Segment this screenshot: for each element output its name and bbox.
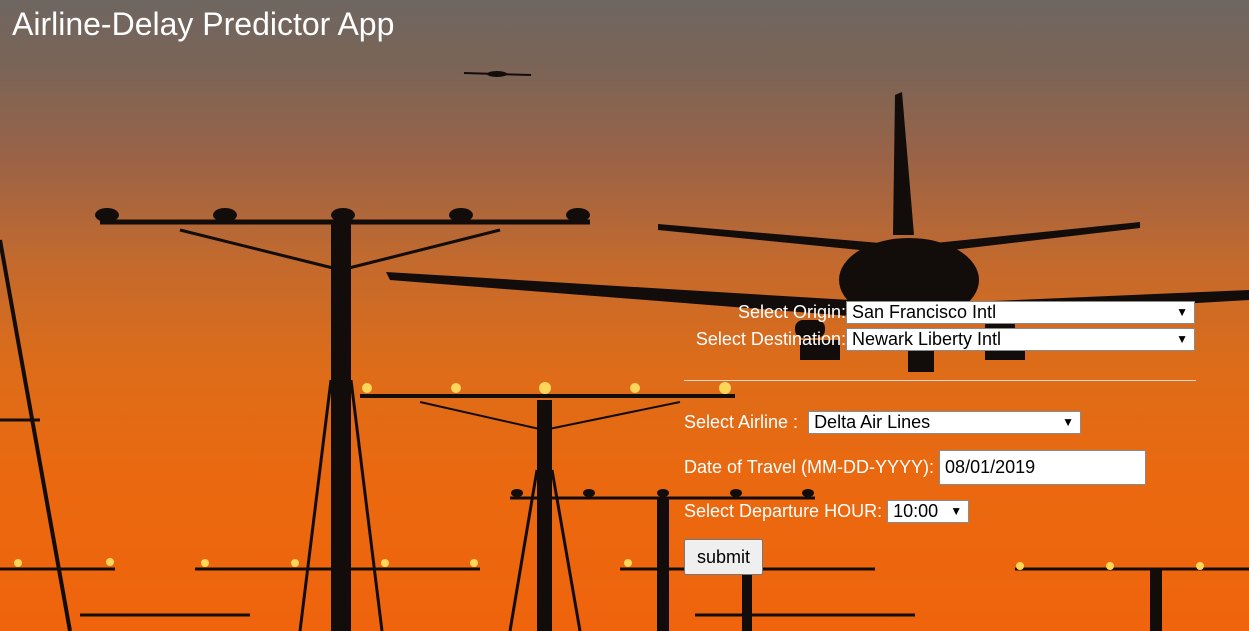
airline-row: Select Airline : Delta Air Lines ▼ <box>684 409 1082 436</box>
submit-row: submit <box>684 539 763 575</box>
origin-select[interactable]: San Francisco Intl ▼ <box>846 301 1195 324</box>
app-title: Airline-Delay Predictor App <box>12 6 395 42</box>
chevron-down-icon: ▼ <box>1176 305 1188 319</box>
destination-row: Select Destination: Newark Liberty Intl … <box>684 326 1196 353</box>
destination-selected-value: Newark Liberty Intl <box>852 329 1002 349</box>
submit-button[interactable]: submit <box>684 539 763 575</box>
date-row: Date of Travel (MM-DD-YYYY): <box>684 449 1147 485</box>
prediction-form: Select Origin: San Francisco Intl ▼ Sele… <box>684 299 1196 575</box>
chevron-down-icon: ▼ <box>950 504 963 518</box>
date-label: Date of Travel (MM-DD-YYYY): <box>684 456 935 477</box>
destination-select[interactable]: Newark Liberty Intl ▼ <box>846 328 1195 351</box>
origin-selected-value: San Francisco Intl <box>852 302 997 322</box>
distant-airplane-silhouette <box>463 71 532 77</box>
airline-selected-value: Delta Air Lines <box>814 412 931 432</box>
hour-selected-value: 10:00 <box>893 501 939 521</box>
destination-label: Select Destination: <box>695 329 846 349</box>
chevron-down-icon: ▼ <box>1176 332 1188 346</box>
chevron-down-icon: ▼ <box>1062 415 1075 429</box>
hour-row: Select Departure HOUR: 10:00 ▼ <box>684 498 970 525</box>
hour-label: Select Departure HOUR: <box>684 501 883 521</box>
approach-light-tower-2 <box>360 394 735 631</box>
section-divider <box>684 380 1196 381</box>
date-input[interactable] <box>939 449 1147 485</box>
airline-select[interactable]: Delta Air Lines ▼ <box>808 411 1082 434</box>
airline-label: Select Airline : <box>684 412 799 432</box>
origin-row: Select Origin: San Francisco Intl ▼ <box>684 299 1196 326</box>
origin-label: Select Origin: <box>737 302 846 322</box>
hour-select[interactable]: 10:00 ▼ <box>887 500 970 523</box>
